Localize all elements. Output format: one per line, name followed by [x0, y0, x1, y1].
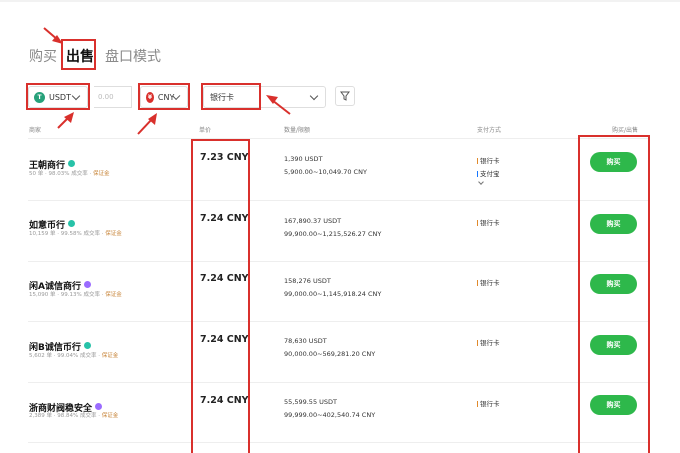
- annotation-arrows: [43, 27, 291, 135]
